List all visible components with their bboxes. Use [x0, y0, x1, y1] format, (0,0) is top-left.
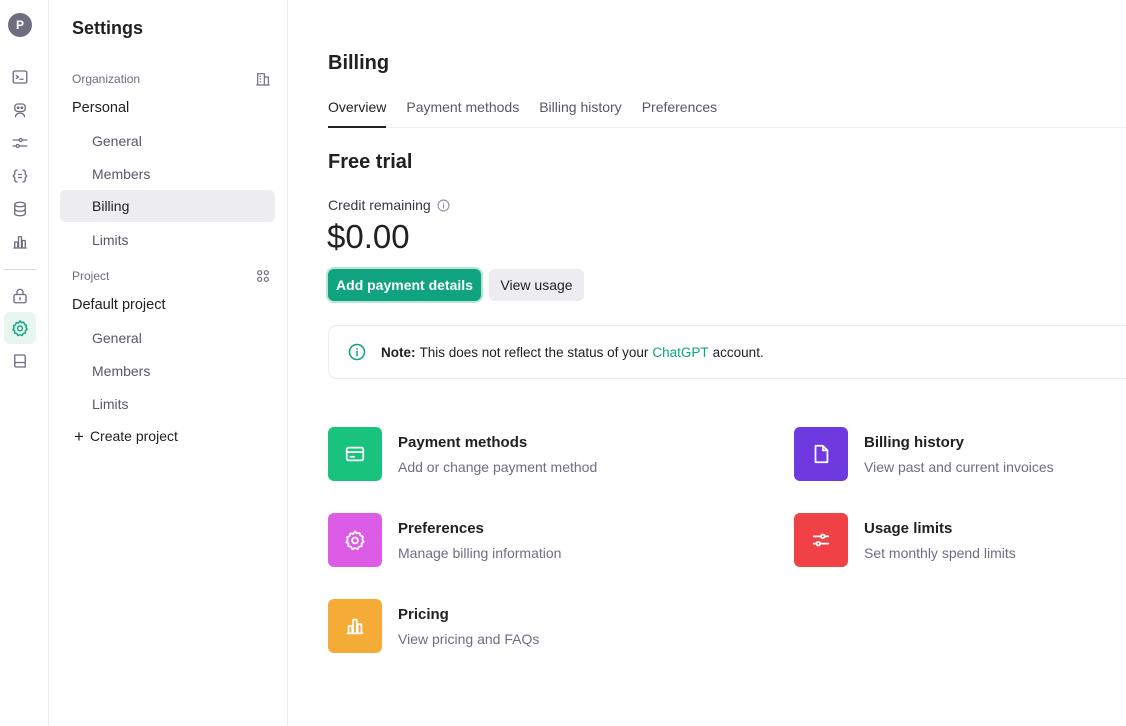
view-usage-button[interactable]: View usage — [489, 269, 584, 301]
create-project-button[interactable]: + Create project — [74, 426, 178, 446]
bar-chart-icon[interactable] — [4, 226, 36, 258]
card-description: View past and current invoices — [864, 459, 1054, 475]
note-text: This does not reflect the status of your — [419, 344, 649, 360]
credit-card-icon — [328, 427, 382, 481]
create-project-label: Create project — [89, 428, 178, 444]
icon-rail: P — [0, 0, 49, 726]
note-prefix: Note: — [381, 344, 416, 360]
sliders-icon — [794, 513, 848, 567]
plus-icon: + — [74, 426, 84, 446]
document-icon — [794, 427, 848, 481]
main-content: Billing Overview Payment methods Billing… — [288, 0, 1126, 726]
tab-overview[interactable]: Overview — [328, 96, 387, 128]
sidebar-item-project-general[interactable]: General — [60, 322, 275, 354]
sidebar-item-org-general[interactable]: General — [60, 125, 275, 157]
building-icon[interactable] — [255, 71, 271, 87]
card-title: Pricing — [398, 606, 449, 623]
billing-history-card[interactable]: Billing history View past and current in… — [794, 427, 1126, 483]
book-icon[interactable] — [4, 345, 36, 377]
bar-chart-icon — [328, 599, 382, 653]
note-banner: Note: This does not reflect the status o… — [328, 325, 1126, 379]
project-name: Default project — [72, 297, 166, 313]
tab-payment-methods[interactable]: Payment methods — [406, 96, 519, 128]
info-icon[interactable] — [437, 199, 450, 212]
info-icon — [348, 343, 366, 361]
card-description: Set monthly spend limits — [864, 545, 1016, 561]
sidebar-item-project-limits[interactable]: Limits — [60, 388, 275, 420]
sidebar-item-org-limits[interactable]: Limits — [60, 224, 275, 256]
page-title: Billing — [328, 52, 390, 74]
chatgpt-link[interactable]: ChatGPT — [652, 345, 708, 360]
credit-remaining-label: Credit remaining — [328, 197, 450, 213]
gear-icon — [328, 513, 382, 567]
sidebar-title: Settings — [72, 18, 144, 38]
note-text-end: account. — [712, 344, 764, 360]
sidebar-item-billing[interactable]: Billing — [60, 190, 275, 222]
project-label: Project — [72, 269, 110, 283]
credit-value: $0.00 — [327, 218, 410, 255]
section-title: Free trial — [328, 151, 413, 173]
grid-icon[interactable] — [255, 268, 271, 284]
organization-label: Organization — [72, 72, 141, 86]
card-description: Add or change payment method — [398, 459, 598, 475]
billing-tabs: Overview Payment methods Billing history… — [328, 96, 1126, 128]
settings-sidebar: Settings Organization Personal General M… — [49, 0, 288, 726]
credit-label-text: Credit remaining — [328, 197, 431, 213]
robot-icon[interactable] — [4, 94, 36, 126]
preferences-card[interactable]: Preferences Manage billing information — [328, 513, 688, 569]
avatar[interactable]: P — [8, 13, 32, 37]
usage-limits-card[interactable]: Usage limits Set monthly spend limits — [794, 513, 1126, 569]
gear-icon[interactable] — [4, 312, 36, 344]
tab-billing-history[interactable]: Billing history — [539, 96, 621, 128]
sidebar-item-project-members[interactable]: Members — [60, 355, 275, 387]
sidebar-item-org-members[interactable]: Members — [60, 158, 275, 190]
lock-icon[interactable] — [4, 280, 36, 312]
add-payment-details-button[interactable]: Add payment details — [328, 269, 481, 301]
card-title: Preferences — [398, 520, 484, 537]
card-title: Usage limits — [864, 520, 953, 537]
card-title: Billing history — [864, 434, 965, 451]
database-icon[interactable] — [4, 193, 36, 225]
organization-name: Personal — [72, 100, 130, 116]
card-description: View pricing and FAQs — [398, 631, 540, 647]
card-title: Payment methods — [398, 434, 528, 451]
tab-preferences[interactable]: Preferences — [642, 96, 717, 128]
card-description: Manage billing information — [398, 545, 562, 561]
pricing-card[interactable]: Pricing View pricing and FAQs — [328, 599, 688, 655]
rail-divider — [4, 269, 36, 270]
payment-methods-card[interactable]: Payment methods Add or change payment me… — [328, 427, 688, 483]
sliders-icon[interactable] — [4, 127, 36, 159]
json-braces-icon[interactable] — [4, 160, 36, 192]
terminal-icon[interactable] — [4, 61, 36, 93]
